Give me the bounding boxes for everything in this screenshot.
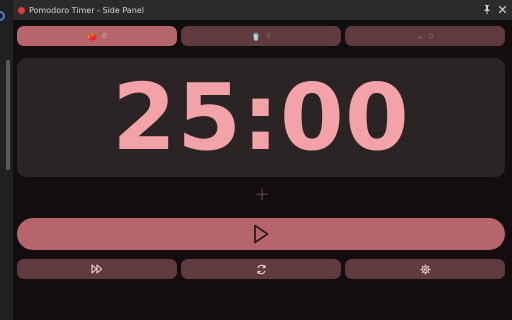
coffee-icon: ☕	[416, 31, 424, 41]
window-title: Pomodoro Timer - Side Panel	[29, 5, 144, 15]
settings-button[interactable]	[345, 259, 505, 279]
side-panel: 🍅 0 🥤 0 ☕ 0 25:00 +	[13, 21, 512, 320]
timer-value: 25:00	[112, 63, 410, 171]
play-button[interactable]	[17, 218, 505, 250]
background-window-edge	[0, 0, 14, 320]
cup-icon: 🥤	[251, 31, 262, 41]
focus-ring-icon	[0, 11, 5, 21]
reset-button[interactable]	[181, 259, 341, 279]
title-bar: Pomodoro Timer - Side Panel	[13, 0, 512, 21]
close-icon[interactable]	[498, 5, 507, 15]
tab-long-break[interactable]: ☕ 0	[345, 26, 505, 46]
pomodoro-count: 0	[102, 32, 107, 40]
settings-icon	[420, 264, 430, 274]
tab-pomodoro[interactable]: 🍅 0	[17, 26, 177, 46]
long-break-count: 0	[428, 32, 434, 40]
session-tabs: 🍅 0 🥤 0 ☕ 0	[17, 26, 505, 46]
tomato-icon: 🍅	[87, 31, 98, 41]
play-icon	[254, 224, 269, 244]
add-time-button[interactable]: +	[254, 186, 270, 204]
pin-icon[interactable]	[484, 4, 490, 16]
scrollbar[interactable]	[6, 60, 10, 170]
short-break-count: 0	[266, 32, 271, 40]
skip-forward-icon	[91, 264, 103, 274]
timer-display: 25:00	[17, 58, 505, 177]
tab-short-break[interactable]: 🥤 0	[181, 26, 341, 46]
skip-button[interactable]	[17, 259, 177, 279]
app-icon	[18, 6, 25, 14]
control-bar	[17, 259, 505, 279]
reset-icon	[256, 264, 266, 274]
